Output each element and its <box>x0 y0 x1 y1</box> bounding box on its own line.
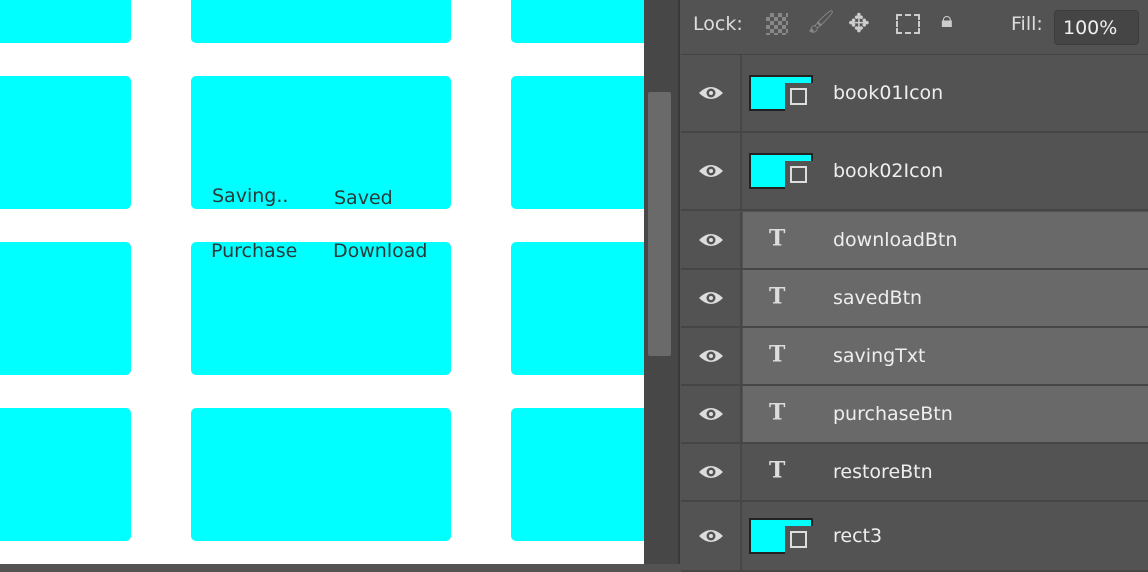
visibility-toggle[interactable] <box>681 502 742 570</box>
text-layer-icon: T <box>769 225 786 252</box>
layer-name: purchaseBtn <box>833 403 953 425</box>
layer-row[interactable]: book01Icon <box>681 55 1148 133</box>
rect <box>511 0 644 43</box>
text-layer-icon: T <box>769 283 786 310</box>
shape-layer-thumbnail <box>749 75 813 111</box>
layer-row[interactable]: TrestoreBtn <box>681 444 1148 502</box>
lock-bar: Lock: 🖌 ✥ 🔒︎ Fill: 100% <box>681 0 1148 55</box>
rect <box>191 0 451 43</box>
lock-transparent-pixels-icon[interactable] <box>766 13 788 35</box>
lock-image-pixels-icon[interactable]: 🖌 <box>807 10 835 35</box>
lock-all-icon[interactable]: 🔒︎ <box>941 8 953 33</box>
visibility-toggle[interactable] <box>681 270 742 326</box>
visibility-toggle[interactable] <box>681 386 742 442</box>
rect <box>0 408 131 541</box>
layer-row[interactable]: TsavedBtn <box>681 270 1148 328</box>
layer-name: book01Icon <box>833 82 944 104</box>
layer-row[interactable]: book02Icon <box>681 133 1148 211</box>
layer-row[interactable]: TdownloadBtn <box>681 212 1148 270</box>
saving-text: Saving.. <box>212 185 289 207</box>
layer-name: book02Icon <box>833 160 944 182</box>
shape-layer-thumbnail <box>749 518 813 554</box>
layer-row[interactable]: TsavingTxt <box>681 328 1148 386</box>
visibility-toggle[interactable] <box>681 212 742 268</box>
shape-layer-thumbnail <box>749 153 813 189</box>
visibility-toggle[interactable] <box>681 133 742 209</box>
visibility-toggle[interactable] <box>681 444 742 500</box>
rect <box>511 242 644 375</box>
scrollbar-thumb[interactable] <box>648 92 671 356</box>
saved-text: Saved <box>334 187 393 209</box>
layer-row[interactable]: rect3 <box>681 502 1148 572</box>
rect <box>0 0 131 43</box>
fill-input[interactable]: 100% <box>1054 10 1139 45</box>
document-canvas[interactable]: Saving.. Saved Purchase Download <box>0 0 644 564</box>
layer-row[interactable]: TpurchaseBtn <box>681 386 1148 444</box>
layer-name: restoreBtn <box>833 461 933 483</box>
lock-artboard-icon[interactable] <box>896 14 920 34</box>
lock-position-icon[interactable]: ✥ <box>848 9 870 39</box>
text-layer-icon: T <box>769 457 786 484</box>
layer-name: rect3 <box>833 525 883 547</box>
lock-label: Lock: <box>693 13 743 35</box>
visibility-toggle[interactable] <box>681 55 742 131</box>
rect <box>511 76 644 209</box>
purchase-text: Purchase <box>211 240 298 262</box>
text-layer-icon: T <box>769 399 786 426</box>
rect <box>511 408 644 541</box>
panel-scroll-track <box>644 0 680 564</box>
rect <box>191 408 451 541</box>
rect <box>0 76 131 209</box>
layer-name: downloadBtn <box>833 229 958 251</box>
rect <box>0 242 131 375</box>
layer-name: savedBtn <box>833 287 923 309</box>
download-text: Download <box>333 240 428 262</box>
layer-name: savingTxt <box>833 345 926 367</box>
visibility-toggle[interactable] <box>681 328 742 384</box>
text-layer-icon: T <box>769 341 786 368</box>
fill-label: Fill: <box>1011 13 1043 35</box>
